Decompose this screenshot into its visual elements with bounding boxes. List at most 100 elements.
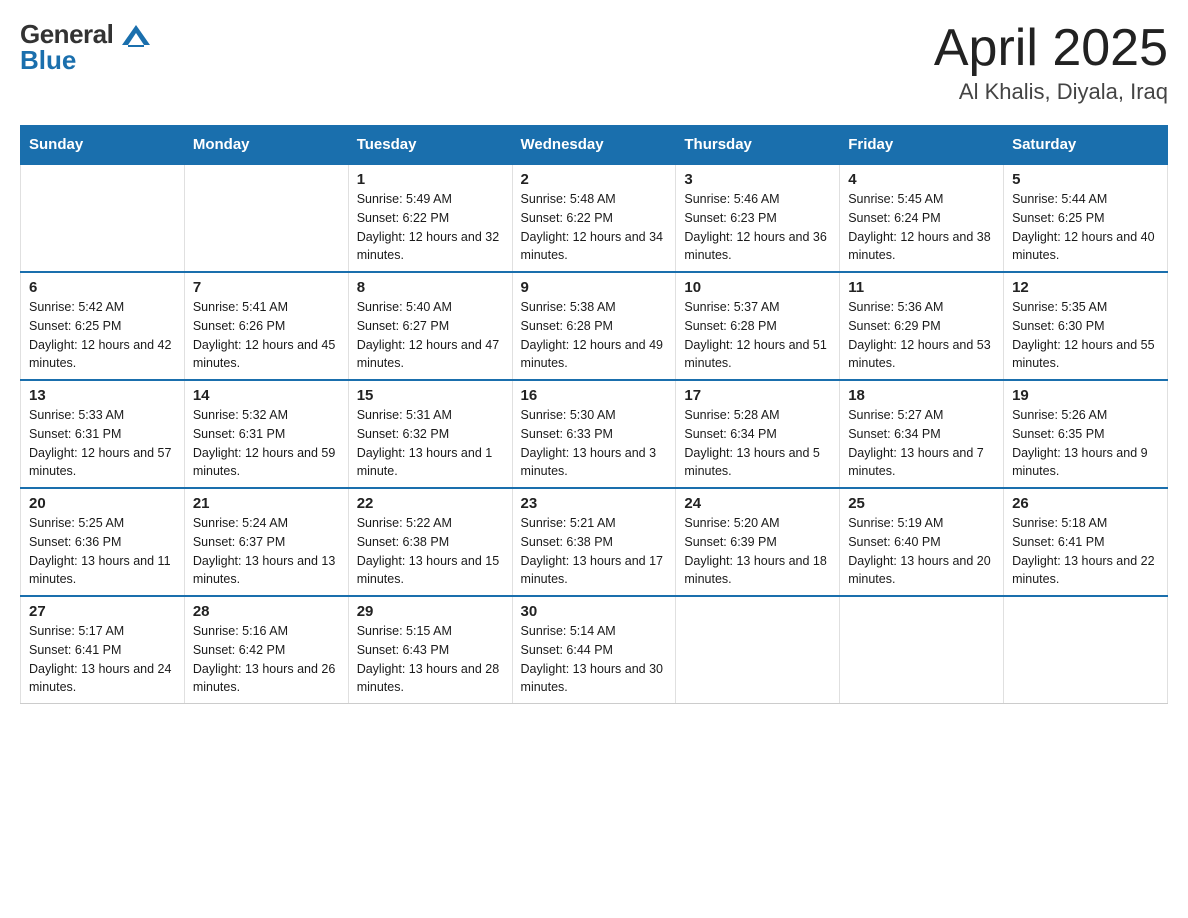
day-number: 5 [1012, 171, 1159, 188]
header-sunday: Sunday [21, 126, 185, 165]
calendar-cell: 23Sunrise: 5:21 AMSunset: 6:38 PMDayligh… [512, 488, 676, 596]
day-number: 11 [848, 279, 995, 296]
day-info: Sunrise: 5:20 AMSunset: 6:39 PMDaylight:… [684, 514, 831, 589]
calendar-week-4: 20 Sunrise: 5:25 AMSunset: 6:36 PMDayligh… [21, 488, 1168, 596]
day-info: Sunrise: 5:45 AMSunset: 6:24 PMDaylight:… [848, 190, 995, 265]
header-wednesday: Wednesday [512, 126, 676, 165]
calendar-week-3: 13Sunrise: 5:33 AMSunset: 6:31 PMDayligh… [21, 380, 1168, 488]
calendar-cell: 22 Sunrise: 5:22 AMSunset: 6:38 PMDayligh… [348, 488, 512, 596]
day-info: Sunrise: 5:44 AMSunset: 6:25 PMDaylight:… [1012, 190, 1159, 265]
calendar-cell [676, 596, 840, 704]
day-info: Sunrise: 5:24 AMSunset: 6:37 PMDaylight:… [193, 514, 340, 589]
day-info: Sunrise: 5:28 AMSunset: 6:34 PMDaylight:… [684, 406, 831, 481]
day-number: 28 [193, 603, 340, 620]
day-number: 24 [684, 495, 831, 512]
day-number: 14 [193, 387, 340, 404]
day-number: 7 [193, 279, 340, 296]
title-block: April 2025 Al Khalis, Diyala, Iraq [934, 20, 1168, 105]
day-info: Sunrise: 5:42 AMSunset: 6:25 PMDaylight:… [29, 298, 176, 373]
calendar-cell: 2Sunrise: 5:48 AMSunset: 6:22 PMDaylight… [512, 164, 676, 272]
logo: General Blue [20, 20, 150, 76]
calendar-cell: 3 Sunrise: 5:46 AMSunset: 6:23 PMDaylight… [676, 164, 840, 272]
calendar-week-5: 27 Sunrise: 5:17 AMSunset: 6:41 PMDayligh… [21, 596, 1168, 704]
day-number: 9 [521, 279, 668, 296]
calendar-table: SundayMondayTuesdayWednesdayThursdayFrid… [20, 125, 1168, 704]
header-saturday: Saturday [1004, 126, 1168, 165]
calendar-cell: 11 Sunrise: 5:36 AMSunset: 6:29 PMDayligh… [840, 272, 1004, 380]
day-info: Sunrise: 5:31 AMSunset: 6:32 PMDaylight:… [357, 406, 504, 481]
day-number: 6 [29, 279, 176, 296]
day-number: 20 [29, 495, 176, 512]
calendar-cell: 10 Sunrise: 5:37 AMSunset: 6:28 PMDayligh… [676, 272, 840, 380]
day-info: Sunrise: 5:35 AMSunset: 6:30 PMDaylight:… [1012, 298, 1159, 373]
calendar-week-2: 6 Sunrise: 5:42 AMSunset: 6:25 PMDaylight… [21, 272, 1168, 380]
logo-blue: Blue [20, 46, 150, 76]
day-number: 3 [684, 171, 831, 188]
calendar-cell [840, 596, 1004, 704]
day-info: Sunrise: 5:46 AMSunset: 6:23 PMDaylight:… [684, 190, 831, 265]
day-number: 15 [357, 387, 504, 404]
day-number: 18 [848, 387, 995, 404]
day-number: 16 [521, 387, 668, 404]
calendar-cell: 6 Sunrise: 5:42 AMSunset: 6:25 PMDaylight… [21, 272, 185, 380]
calendar-cell: 5 Sunrise: 5:44 AMSunset: 6:25 PMDaylight… [1004, 164, 1168, 272]
calendar-header-row: SundayMondayTuesdayWednesdayThursdayFrid… [21, 126, 1168, 165]
calendar-cell: 13Sunrise: 5:33 AMSunset: 6:31 PMDayligh… [21, 380, 185, 488]
day-info: Sunrise: 5:16 AMSunset: 6:42 PMDaylight:… [193, 622, 340, 697]
day-number: 4 [848, 171, 995, 188]
day-info: Sunrise: 5:48 AMSunset: 6:22 PMDaylight:… [521, 190, 668, 265]
day-number: 8 [357, 279, 504, 296]
calendar-cell: 25 Sunrise: 5:19 AMSunset: 6:40 PMDayligh… [840, 488, 1004, 596]
day-info: Sunrise: 5:26 AMSunset: 6:35 PMDaylight:… [1012, 406, 1159, 481]
day-number: 30 [521, 603, 668, 620]
calendar-cell: 15 Sunrise: 5:31 AMSunset: 6:32 PMDayligh… [348, 380, 512, 488]
logo-icon [122, 25, 150, 47]
calendar-cell: 28 Sunrise: 5:16 AMSunset: 6:42 PMDayligh… [184, 596, 348, 704]
calendar-cell: 14 Sunrise: 5:32 AMSunset: 6:31 PMDayligh… [184, 380, 348, 488]
day-info: Sunrise: 5:37 AMSunset: 6:28 PMDaylight:… [684, 298, 831, 373]
page-title: April 2025 [934, 20, 1168, 77]
day-number: 27 [29, 603, 176, 620]
day-info: Sunrise: 5:33 AMSunset: 6:31 PMDaylight:… [29, 406, 176, 481]
calendar-cell: 8Sunrise: 5:40 AMSunset: 6:27 PMDaylight… [348, 272, 512, 380]
day-info: Sunrise: 5:32 AMSunset: 6:31 PMDaylight:… [193, 406, 340, 481]
page-header: General Blue April 2025 Al Khalis, Diyal… [20, 20, 1168, 105]
day-info: Sunrise: 5:18 AMSunset: 6:41 PMDaylight:… [1012, 514, 1159, 589]
day-info: Sunrise: 5:41 AMSunset: 6:26 PMDaylight:… [193, 298, 340, 373]
header-friday: Friday [840, 126, 1004, 165]
day-number: 1 [357, 171, 504, 188]
header-tuesday: Tuesday [348, 126, 512, 165]
day-number: 25 [848, 495, 995, 512]
calendar-cell: 30Sunrise: 5:14 AMSunset: 6:44 PMDayligh… [512, 596, 676, 704]
day-number: 19 [1012, 387, 1159, 404]
calendar-cell: 12 Sunrise: 5:35 AMSunset: 6:30 PMDayligh… [1004, 272, 1168, 380]
day-number: 10 [684, 279, 831, 296]
calendar-cell: 21 Sunrise: 5:24 AMSunset: 6:37 PMDayligh… [184, 488, 348, 596]
day-info: Sunrise: 5:49 AMSunset: 6:22 PMDaylight:… [357, 190, 504, 265]
day-number: 12 [1012, 279, 1159, 296]
day-info: Sunrise: 5:30 AMSunset: 6:33 PMDaylight:… [521, 406, 668, 481]
calendar-cell: 27 Sunrise: 5:17 AMSunset: 6:41 PMDayligh… [21, 596, 185, 704]
calendar-cell: 7 Sunrise: 5:41 AMSunset: 6:26 PMDaylight… [184, 272, 348, 380]
calendar-cell: 1 Sunrise: 5:49 AMSunset: 6:22 PMDaylight… [348, 164, 512, 272]
calendar-cell: 4 Sunrise: 5:45 AMSunset: 6:24 PMDaylight… [840, 164, 1004, 272]
day-number: 21 [193, 495, 340, 512]
day-info: Sunrise: 5:27 AMSunset: 6:34 PMDaylight:… [848, 406, 995, 481]
day-number: 22 [357, 495, 504, 512]
day-info: Sunrise: 5:15 AMSunset: 6:43 PMDaylight:… [357, 622, 504, 697]
day-number: 26 [1012, 495, 1159, 512]
header-monday: Monday [184, 126, 348, 165]
day-number: 29 [357, 603, 504, 620]
calendar-cell [184, 164, 348, 272]
calendar-week-1: 1 Sunrise: 5:49 AMSunset: 6:22 PMDaylight… [21, 164, 1168, 272]
day-number: 17 [684, 387, 831, 404]
day-info: Sunrise: 5:19 AMSunset: 6:40 PMDaylight:… [848, 514, 995, 589]
day-info: Sunrise: 5:22 AMSunset: 6:38 PMDaylight:… [357, 514, 504, 589]
day-info: Sunrise: 5:36 AMSunset: 6:29 PMDaylight:… [848, 298, 995, 373]
day-info: Sunrise: 5:25 AMSunset: 6:36 PMDaylight:… [29, 514, 176, 589]
day-info: Sunrise: 5:17 AMSunset: 6:41 PMDaylight:… [29, 622, 176, 697]
day-info: Sunrise: 5:38 AMSunset: 6:28 PMDaylight:… [521, 298, 668, 373]
header-thursday: Thursday [676, 126, 840, 165]
calendar-cell: 18 Sunrise: 5:27 AMSunset: 6:34 PMDayligh… [840, 380, 1004, 488]
calendar-cell [21, 164, 185, 272]
